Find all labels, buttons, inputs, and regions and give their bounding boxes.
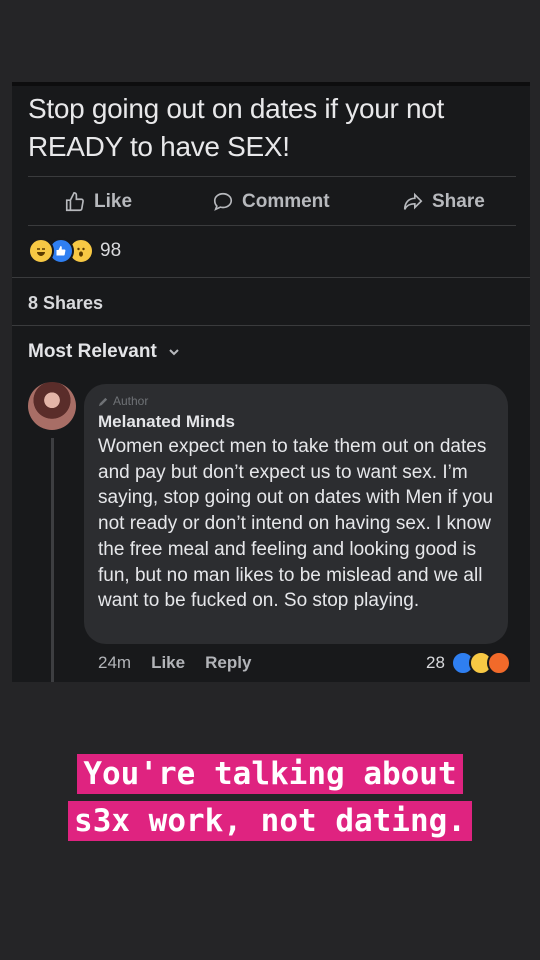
- comment-label: Comment: [242, 191, 330, 212]
- haha-reaction-icon: [28, 238, 54, 264]
- comment-timestamp[interactable]: 24m: [98, 653, 131, 673]
- comment-reply-button[interactable]: Reply: [205, 653, 251, 673]
- share-arrow-icon: [403, 192, 423, 210]
- comment-bubble: Author Melanated Minds Women expect men …: [84, 384, 508, 644]
- divider: [28, 176, 516, 177]
- chevron-down-icon: [169, 349, 179, 356]
- author-tag-label: Author: [113, 394, 149, 408]
- facebook-post-card: Stop going out on dates if your not READ…: [12, 82, 530, 682]
- comment-reaction-count: 28: [426, 653, 445, 672]
- caption-text: s3x work, not dating.: [68, 801, 472, 841]
- comment-bubble-icon: [213, 192, 233, 211]
- reaction-count: 98: [100, 240, 122, 261]
- comment-sort-dropdown[interactable]: Most Relevant: [28, 341, 181, 363]
- comment-meta: 24m Like Reply: [98, 653, 251, 673]
- pencil-icon: [98, 397, 108, 406]
- caption-text: You're talking about: [77, 754, 463, 794]
- comment-reactions[interactable]: 28: [426, 651, 511, 675]
- divider: [12, 277, 530, 278]
- like-button[interactable]: Like: [64, 190, 132, 214]
- divider: [28, 225, 516, 226]
- author-badge: Author: [98, 394, 148, 408]
- story-caption-line-2: s3x work, not dating.: [0, 801, 540, 841]
- post-reactions[interactable]: 98: [28, 238, 121, 264]
- comment-button[interactable]: Comment: [212, 190, 330, 214]
- post-text: Stop going out on dates if your not READ…: [28, 93, 445, 162]
- shares-count[interactable]: 8 Shares: [28, 293, 103, 314]
- commenter-avatar[interactable]: [28, 382, 76, 430]
- share-label: Share: [432, 191, 485, 212]
- story-caption-line-1: You're talking about: [0, 754, 540, 794]
- thumbs-up-icon: [65, 192, 84, 212]
- like-label: Like: [94, 191, 133, 212]
- sort-label: Most Relevant: [28, 341, 157, 362]
- card-top-border: [12, 82, 530, 86]
- divider: [12, 325, 530, 326]
- angry-reaction-icon: [486, 651, 511, 675]
- comment-like-button[interactable]: Like: [151, 653, 185, 673]
- commenter-name[interactable]: Melanated Minds: [98, 412, 235, 432]
- comment-text: Women expect men to take them out on dat…: [98, 436, 494, 612]
- thread-line: [51, 438, 54, 682]
- share-button[interactable]: Share: [402, 190, 485, 214]
